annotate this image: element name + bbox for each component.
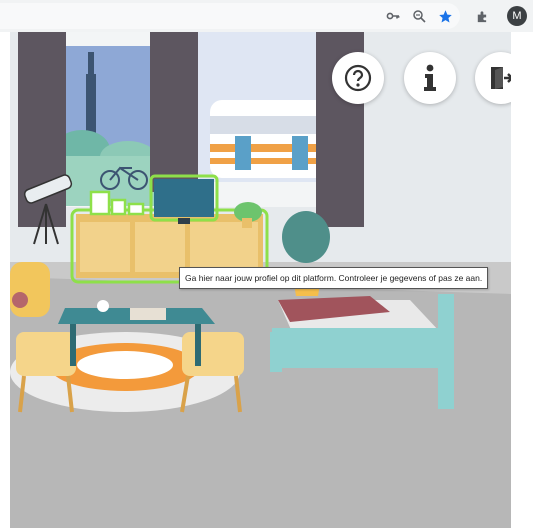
browser-toolbar: M bbox=[0, 0, 533, 32]
info-icon bbox=[424, 64, 436, 91]
info-button[interactable] bbox=[404, 52, 456, 104]
help-button[interactable] bbox=[332, 52, 384, 104]
exit-door-icon bbox=[491, 67, 511, 89]
key-icon[interactable] bbox=[383, 6, 403, 26]
profile-avatar[interactable]: M bbox=[507, 6, 527, 26]
extension-icon[interactable] bbox=[471, 6, 491, 26]
room-scene: Ga hier naar jouw profiel op dit platfor… bbox=[10, 32, 511, 528]
zoom-icon[interactable] bbox=[409, 6, 429, 26]
profile-initial: M bbox=[512, 10, 522, 22]
question-mark-icon bbox=[344, 64, 372, 92]
bookmark-star-icon[interactable] bbox=[435, 6, 455, 26]
profile-hotspot[interactable] bbox=[72, 176, 267, 282]
